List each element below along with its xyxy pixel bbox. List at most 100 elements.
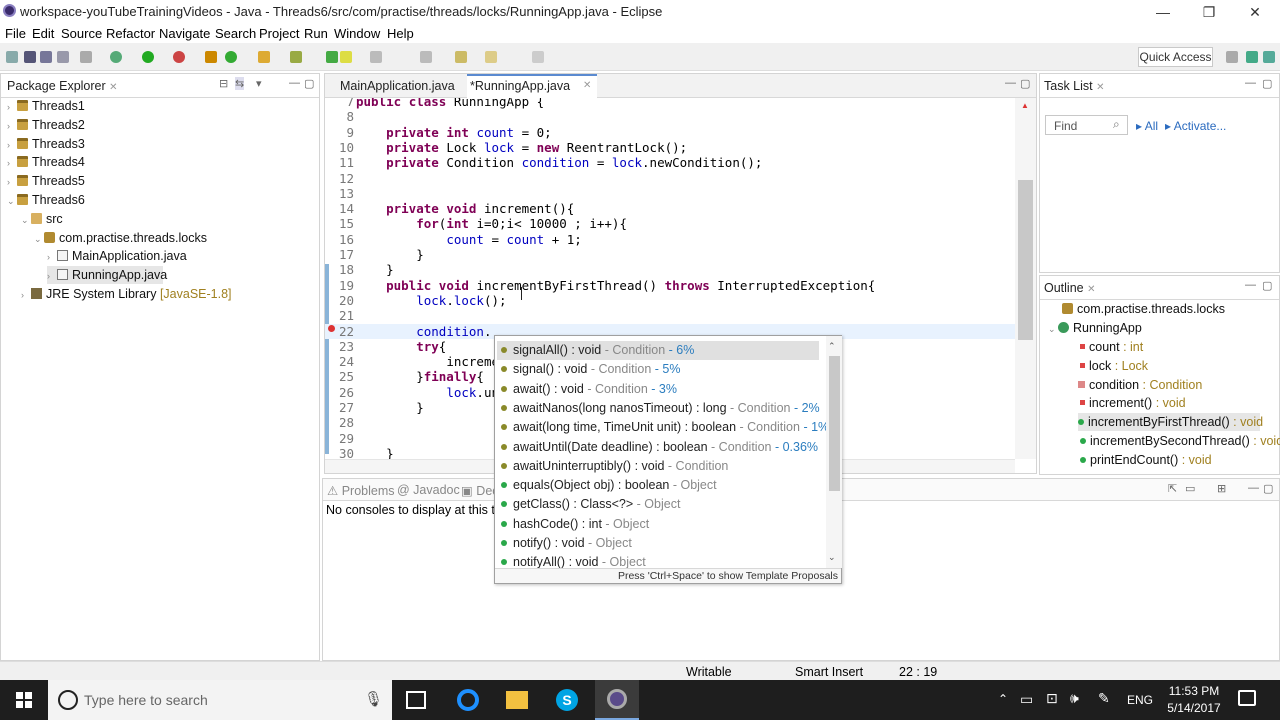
save-icon[interactable] [24,51,36,63]
pin-console-icon[interactable]: ⇱ [1168,482,1177,495]
tree-item-mainapplication[interactable]: › MainApplication.java [47,247,187,265]
completion-item[interactable]: hashCode() : int - Object [497,515,819,534]
menu-run[interactable]: Run [304,26,328,41]
clock-time[interactable]: 11:53 PM [1164,684,1224,698]
volume-icon[interactable]: 🕪 [1070,690,1079,707]
completion-item[interactable]: equals(Object obj) : boolean - Object [497,476,819,495]
battery-icon[interactable]: ▭ [1020,691,1033,708]
collapse-icon[interactable]: ⌄ [1048,320,1058,338]
tree-item-threads2[interactable]: › Threads2 [7,116,85,134]
code-line[interactable]: 8 [325,109,1015,124]
language-indicator[interactable]: ENG [1127,693,1153,707]
code-line[interactable]: 19 public void incrementByFirstThread() … [325,278,1015,293]
expand-icon[interactable]: › [7,136,17,154]
show-whitespace-icon[interactable] [370,51,382,63]
tab-javadoc[interactable]: @ Javadoc [397,483,460,497]
tab-problems[interactable]: ⚠ Problems [327,483,394,498]
completion-item[interactable]: getClass() : Class<?> - Object [497,495,819,514]
completion-item[interactable]: signalAll() : void - Condition - 6% [497,341,819,361]
minimize-view-icon[interactable]: — [1245,77,1256,89]
scrollbar-thumb[interactable] [829,356,840,491]
code-line[interactable]: 12 [325,171,1015,186]
minimize-button[interactable]: — [1140,0,1186,24]
expand-icon[interactable]: › [7,173,17,191]
close-icon[interactable]: ✕ [109,82,117,93]
code-line[interactable]: 14 private void increment(){ [325,201,1015,216]
open-console-icon[interactable]: ⊞ [1217,482,1226,495]
restore-button[interactable]: ❐ [1186,0,1232,24]
tab-mainapplication[interactable]: MainApplication.java [340,79,455,93]
outline-field-condition[interactable]: condition : Condition [1078,376,1202,394]
collapse-icon[interactable]: ⌄ [21,211,31,229]
tree-item-threads5[interactable]: › Threads5 [7,172,85,190]
menu-source[interactable]: Source [61,26,102,41]
tree-item-threads4[interactable]: › Threads4 [7,153,85,171]
outline-method-increment[interactable]: increment() : void [1080,394,1186,412]
expand-icon[interactable]: › [21,286,31,304]
tab-outline[interactable]: Outline ✕ [1044,281,1095,295]
expand-icon[interactable]: › [7,98,17,116]
skype-icon[interactable]: S [556,689,578,711]
expand-icon[interactable]: › [47,267,57,285]
tree-item-jre[interactable]: › JRE System Library [JavaSE-1.8] [21,285,232,303]
expand-icon[interactable]: › [7,117,17,135]
forward-icon[interactable] [532,51,544,63]
maximize-view-icon[interactable]: ▢ [1263,482,1273,495]
open-perspective-icon[interactable] [1226,51,1238,63]
content-assist-popup[interactable]: signalAll() : void - Condition - 6% signa… [494,335,842,584]
content-assist-scrollbar[interactable]: ⌃ ⌄ [826,336,842,568]
taskbar-eclipse-button[interactable] [595,680,639,720]
tab-task-list[interactable]: Task List ✕ [1044,79,1105,93]
code-line[interactable]: 16 count = count + 1; [325,232,1015,247]
menu-project[interactable]: Project [259,26,299,41]
outline-package[interactable]: com.practise.threads.locks [1062,300,1225,318]
collapse-all-icon[interactable]: ⊟ [219,77,228,90]
close-button[interactable]: ✕ [1232,0,1278,24]
task-find-input[interactable]: Find ⌕ [1045,115,1128,135]
menu-search[interactable]: Search [215,26,256,41]
maximize-view-icon[interactable]: ▢ [1020,77,1030,90]
tree-item-threads1[interactable]: › Threads1 [7,97,85,115]
maximize-view-icon[interactable]: ▢ [304,77,314,90]
menu-edit[interactable]: Edit [32,26,54,41]
file-explorer-icon[interactable] [506,691,528,709]
close-icon[interactable]: ✕ [1087,284,1095,295]
new-class-icon[interactable] [225,51,237,63]
tab-package-explorer[interactable]: Package Explorer ✕ [7,79,118,93]
minimize-view-icon[interactable]: — [1245,279,1256,291]
next-annotation-icon[interactable] [420,51,432,63]
outline-method-incrementbysecondthread[interactable]: incrementBySecondThread() : void [1080,432,1280,450]
back-icon[interactable] [485,51,497,63]
menu-window[interactable]: Window [334,26,380,41]
completion-item[interactable]: awaitUninterruptibly() : void - Conditio… [497,457,819,476]
search-toolbar-icon[interactable] [290,51,302,63]
minimize-view-icon[interactable]: — [289,77,300,89]
expand-icon[interactable]: › [7,154,17,172]
completion-item[interactable]: await() : void - Condition - 3% [497,380,819,399]
code-line[interactable]: 18 } [325,262,1015,277]
minimize-view-icon[interactable]: — [1005,77,1016,89]
new-icon[interactable] [6,51,18,63]
view-menu-icon[interactable]: ▾ [256,77,262,90]
tab-runningapp[interactable]: *RunningApp.java ✕ [467,74,597,98]
completion-item[interactable]: awaitNanos(long nanosTimeout) : long - C… [497,399,820,418]
maximize-view-icon[interactable]: ▢ [1262,77,1272,90]
code-line[interactable]: 17 } [325,247,1015,262]
code-line[interactable]: 10 private Lock lock = new ReentrantLock… [325,140,1015,155]
print-icon[interactable] [57,51,69,63]
scroll-down-icon[interactable]: ⌄ [828,552,836,563]
debug-perspective-icon[interactable] [1263,51,1275,63]
scrollbar-thumb[interactable] [1018,180,1033,340]
minimize-view-icon[interactable]: — [1248,482,1259,494]
tree-item-threads6[interactable]: ⌄ Threads6 [7,191,85,209]
windows-start-icon[interactable] [16,692,32,708]
code-line[interactable]: 11 private Condition condition = lock.ne… [325,155,1015,170]
menu-help[interactable]: Help [387,26,414,41]
quick-access-field[interactable]: Quick Access [1138,47,1213,67]
outline-field-count[interactable]: count : int [1080,338,1143,356]
expand-icon[interactable]: › [47,248,57,266]
tree-item-threads3[interactable]: › Threads3 [7,135,85,153]
link-editor-icon[interactable]: ⇆ [235,77,245,90]
menu-navigate[interactable]: Navigate [159,26,210,41]
network-icon[interactable]: ⊡ [1046,690,1058,707]
